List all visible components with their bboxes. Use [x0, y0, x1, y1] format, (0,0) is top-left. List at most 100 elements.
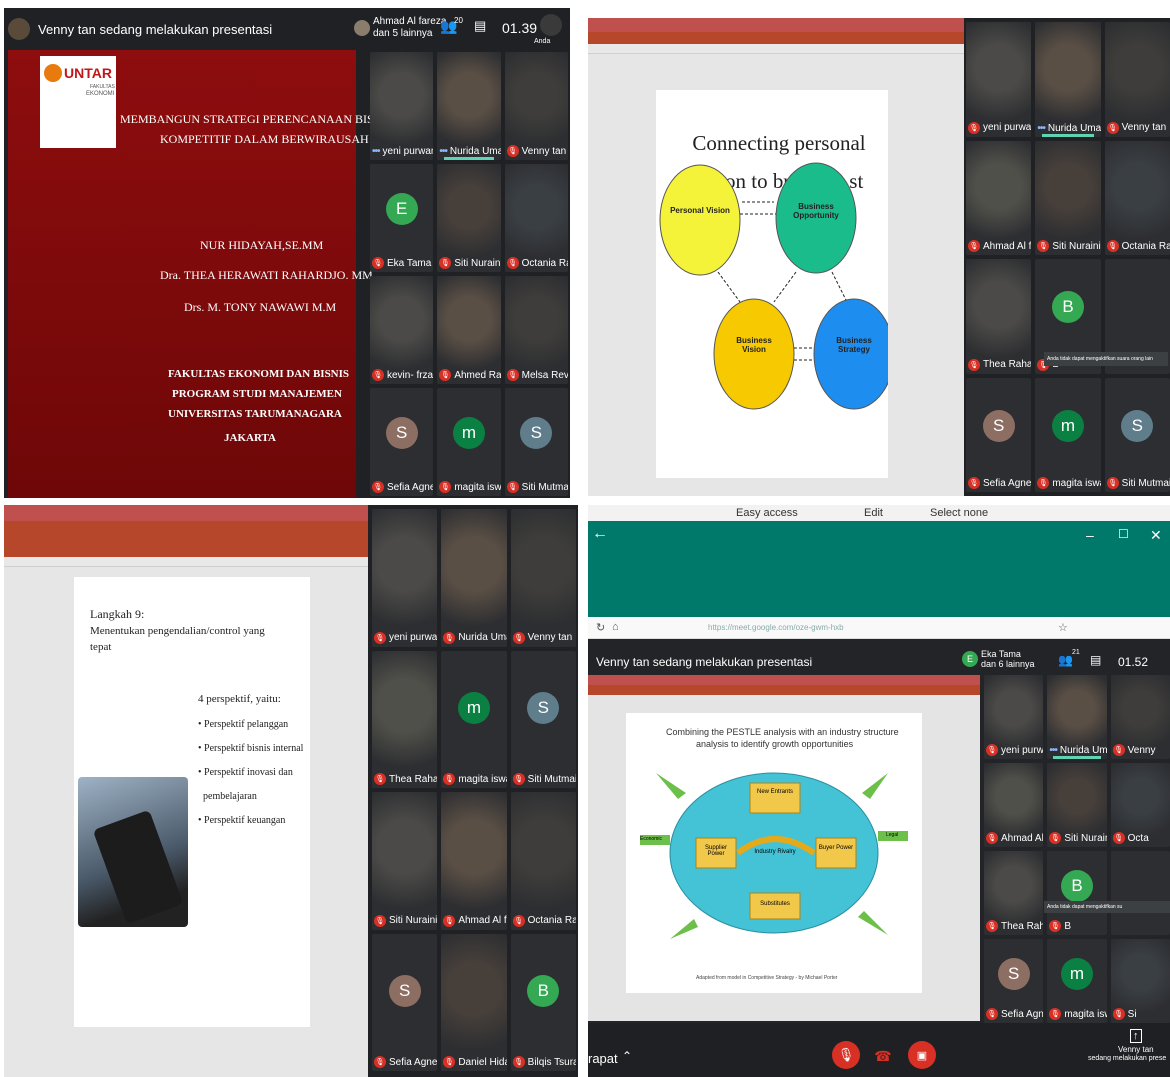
participant-name: Siti Nuraini R...: [389, 915, 438, 926]
people-icon[interactable]: 👥: [1058, 653, 1073, 667]
participant-tile[interactable]: 🎙Daniel Hidayat: [441, 933, 507, 1071]
mic-off-icon: 🎙: [1037, 240, 1050, 252]
participant-badge[interactable]: E Eka Tama dan 6 lainnya: [962, 649, 1035, 669]
participant-tile[interactable]: 🎙kevin- frzadv: [370, 276, 434, 384]
participant-name: Nurida Umard...: [1047, 122, 1101, 134]
participant-tile[interactable]: 🎙 Octa: [1110, 763, 1170, 847]
mic-off-button[interactable]: 🎙: [832, 1041, 860, 1069]
edit-menu[interactable]: Edit: [864, 507, 883, 519]
self-avatar[interactable]: [540, 14, 562, 36]
business-vision-label: Business Vision: [736, 336, 772, 354]
participant-tile[interactable]: m 🎙magita iswandi: [437, 388, 501, 496]
participant-tile[interactable]: 🎙Octania Ram...: [504, 164, 568, 272]
participant-label: 🎙 Venny: [1112, 744, 1155, 756]
perspective-item: pembelajaran: [198, 791, 257, 802]
participant-tile[interactable]: 🎙Thea Rahardjo: [372, 650, 438, 788]
participant-tile[interactable]: 🎙Melsa Revalina: [504, 276, 568, 384]
participant-tile[interactable]: E 🎙 Eka Tama: [370, 164, 434, 272]
participant-tile[interactable]: •••Nurida Umard...: [1035, 22, 1101, 137]
participant-tile[interactable]: •••Nurida Umard...: [437, 52, 501, 160]
minimize-icon[interactable]: –: [1086, 527, 1094, 543]
participant-tile[interactable]: 🎙yeni purwanti: [984, 675, 1044, 759]
participant-tile[interactable]: 🎙yeni purwanti: [372, 509, 438, 647]
participant-badge[interactable]: Ahmad Al fareza dan 5 lainnya: [354, 16, 446, 40]
slide-heading-3: tepat: [90, 641, 112, 653]
participant-tile[interactable]: 🎙Octania Ram...: [510, 792, 576, 930]
participant-video: [372, 509, 438, 647]
participant-tile[interactable]: m 🎙magita iswandi: [1035, 377, 1101, 492]
participant-tile[interactable]: 🎙 Venny: [1110, 675, 1170, 759]
participant-tile[interactable]: m 🎙magita iswandi: [1047, 939, 1107, 1023]
participant-tile[interactable]: 🎙 Venny tan: [504, 52, 568, 160]
participant-label: 🎙kevin- frzadv: [372, 369, 433, 381]
participant-tile[interactable]: S 🎙Siti Mutmainah: [1104, 377, 1170, 492]
chat-icon[interactable]: ▤: [474, 18, 486, 34]
participant-tile[interactable]: •••yeni purwanti: [370, 52, 434, 160]
participant-tile[interactable]: [1110, 851, 1170, 935]
participant-label: 🎙Sefia Agnes: [968, 477, 1031, 489]
participant-tile[interactable]: B 🎙Bilqis Tsurayya: [510, 933, 576, 1071]
close-icon[interactable]: ✕: [1150, 527, 1162, 544]
chevron-up-icon[interactable]: ⌃: [622, 1049, 632, 1063]
easy-access-menu[interactable]: Easy access: [736, 507, 798, 519]
participant-tile[interactable]: S 🎙Sefia Agnes: [372, 933, 438, 1071]
participant-video: [966, 140, 1032, 255]
participant-tile[interactable]: 🎙Ahmad Al far...: [441, 792, 507, 930]
participant-tile[interactable]: 🎙yeni purwanti: [966, 22, 1032, 137]
participant-tile[interactable]: 🎙Thea Rahardjo: [966, 259, 1032, 374]
untar-logo-box: UNTAR FAKULTAS EKONOMI: [40, 56, 116, 148]
participant-tile[interactable]: S 🎙Siti Mutmainah: [504, 388, 568, 496]
participant-tile[interactable]: 🎙Octania Ram...: [1104, 140, 1170, 255]
participant-tile[interactable]: S 🎙Sefia Agnes: [370, 388, 434, 496]
slide-footer: Adapted from model in Competitive Strate…: [696, 975, 838, 981]
participant-initial-avatar: S: [520, 417, 553, 450]
participant-video: [441, 509, 507, 647]
participant-video: [510, 509, 576, 647]
participant-tile[interactable]: 🎙Siti Nuraini Ra...: [437, 164, 501, 272]
file-explorer-menu: Easy access Edit Select none: [588, 505, 1170, 521]
chat-icon[interactable]: ▤: [1090, 653, 1101, 667]
participant-tile[interactable]: •••Nurida Umard...: [1047, 675, 1107, 759]
participant-tile[interactable]: S 🎙Siti Mutmainah: [510, 650, 576, 788]
participant-tile[interactable]: 🎙 Venny tan: [1104, 22, 1170, 137]
back-arrow-icon[interactable]: ←: [592, 525, 608, 543]
end-call-button[interactable]: ☎: [872, 1045, 894, 1067]
participant-tile[interactable]: m 🎙magita iswandi: [441, 650, 507, 788]
participant-tile[interactable]: 🎙Siti Nuraini Ra...: [1047, 763, 1107, 847]
participant-tile[interactable]: 🎙Ahmad Al far...: [984, 763, 1044, 847]
participant-label: 🎙Ahmed Rafi: [439, 369, 501, 381]
camera-off-button[interactable]: ▣: [908, 1041, 936, 1069]
participant-tile[interactable]: 🎙Thea Rahardjo: [984, 851, 1044, 935]
participant-label: 🎙Siti Nuraini Ra...: [1049, 832, 1107, 844]
participant-name: Ahmad Al far...: [458, 915, 507, 926]
mic-off-icon: 🎙: [439, 369, 452, 381]
participant-grid: 🎙yeni purwanti🎙Nurida Umard...🎙Venny tan…: [372, 509, 576, 1071]
present-icon[interactable]: ↑: [1130, 1029, 1142, 1043]
url-bar[interactable]: https://meet.google.com/oze-gwm-hxb: [708, 623, 844, 632]
participant-tile[interactable]: S 🎙Sefia Agnes: [966, 377, 1032, 492]
participant-tile[interactable]: S 🎙Sefia Agnes: [984, 939, 1044, 1023]
home-icon[interactable]: ⌂: [612, 621, 619, 633]
slide-heading-2: Menentukan pengendalian/control yang: [90, 625, 265, 637]
maximize-icon[interactable]: ☐: [1118, 527, 1129, 541]
participant-video: [372, 650, 438, 788]
ppt-titlebar: [4, 505, 368, 521]
participant-tile[interactable]: 🎙Siti Nuraini R...: [372, 792, 438, 930]
participant-tile[interactable]: 🎙Nurida Umard...: [441, 509, 507, 647]
participant-tile[interactable]: 🎙 Si: [1110, 939, 1170, 1023]
author-3: Drs. M. TONY NAWAWI M.M: [184, 300, 337, 314]
ppt-titlebar: [588, 18, 964, 32]
reload-icon[interactable]: ↻: [596, 621, 605, 634]
participant-tile[interactable]: B🎙B: [1047, 851, 1107, 935]
participant-tile[interactable]: 🎙Ahmad Al far...: [966, 140, 1032, 255]
participant-video: [504, 52, 568, 160]
participant-tile[interactable]: 🎙Ahmed Rafi: [437, 276, 501, 384]
bookmark-icon[interactable]: ☆: [1058, 621, 1068, 634]
mic-off-icon: 🎙: [372, 369, 384, 381]
meeting-details-label[interactable]: rapat: [588, 1051, 618, 1066]
meet-screenshot-2: Connecting personal vision to business s…: [588, 18, 1170, 496]
select-none-menu[interactable]: Select none: [930, 507, 988, 519]
participant-tile[interactable]: 🎙Siti Nuraini Ra...: [1035, 140, 1101, 255]
participant-tile[interactable]: 🎙 Venny tan: [510, 509, 576, 647]
mic-off-icon: 🎙: [443, 1056, 456, 1068]
